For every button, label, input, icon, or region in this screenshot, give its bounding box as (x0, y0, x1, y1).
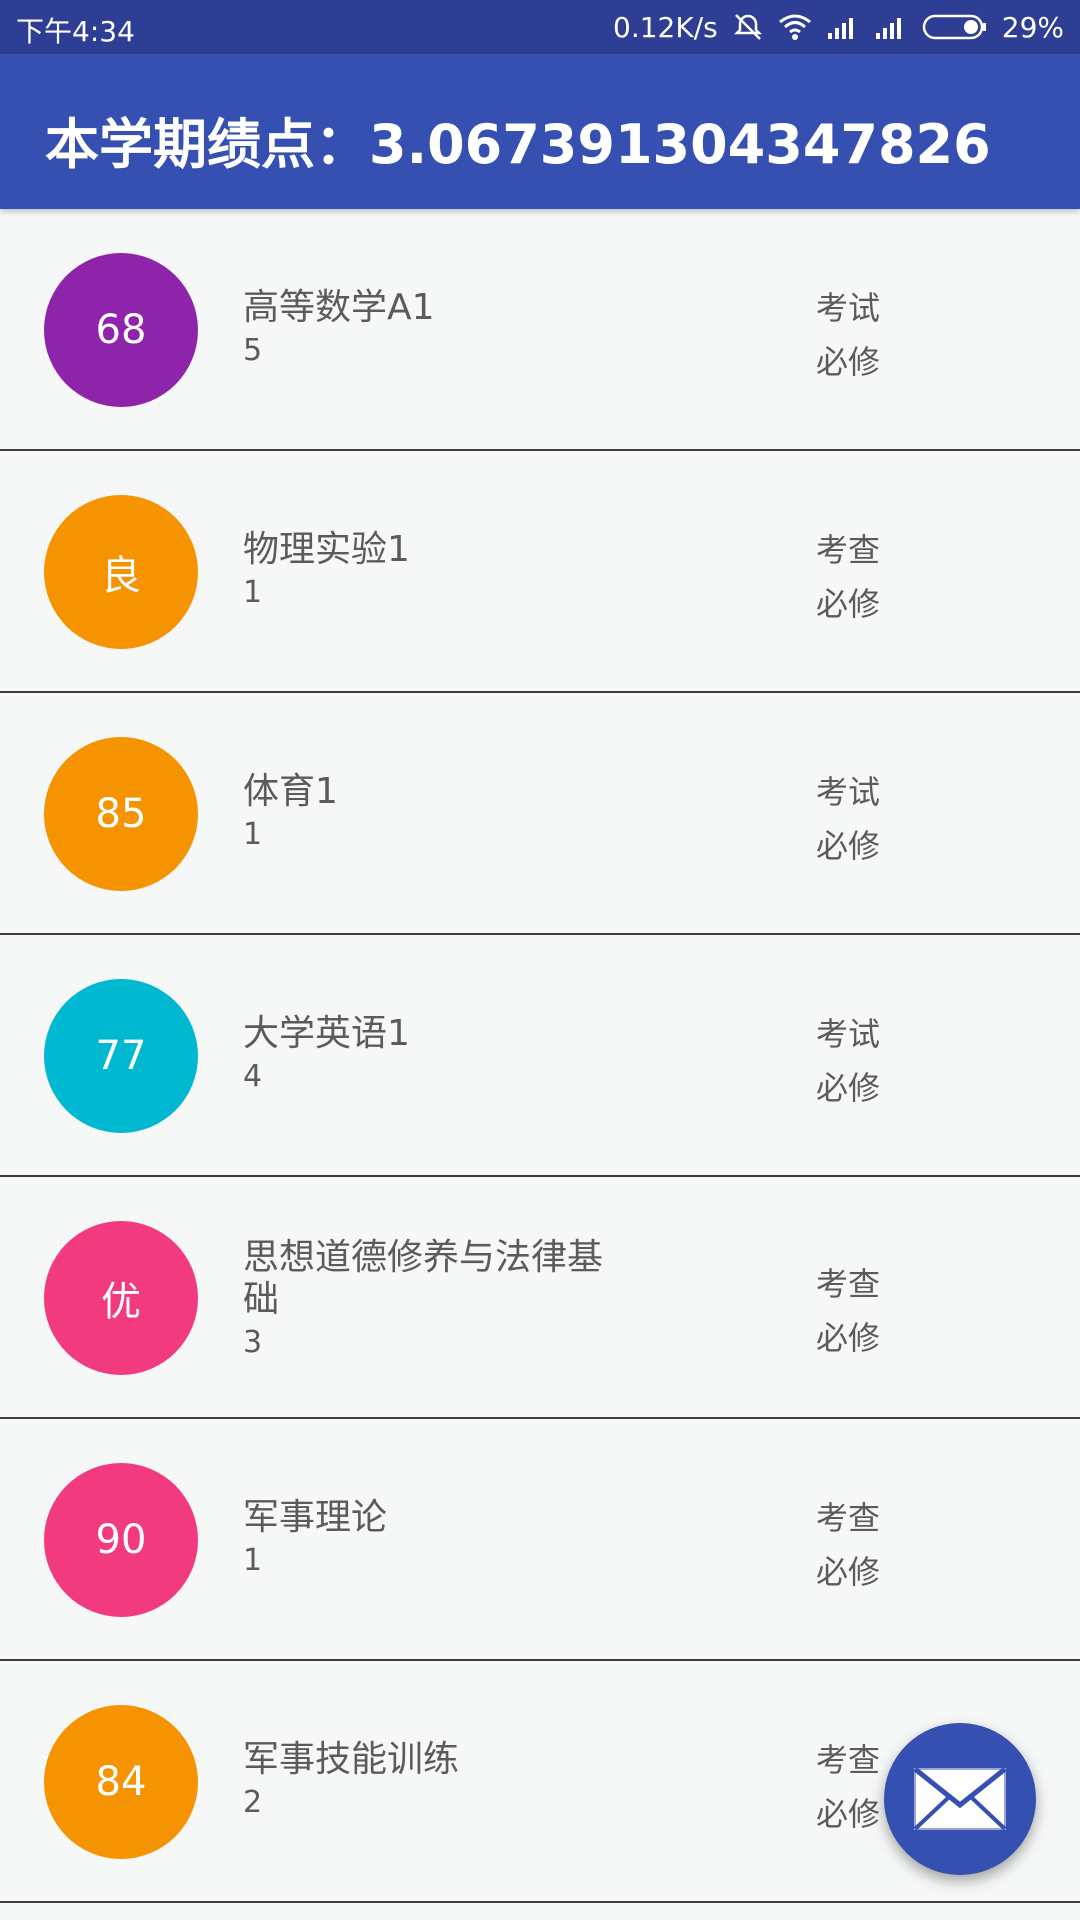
assessment-type: 考查 (816, 1265, 881, 1303)
course-credit: 4 (243, 1059, 263, 1094)
status-icons: 0.12K/s 29% (613, 8, 1064, 46)
course-meta: 考试 必修 (816, 281, 880, 389)
grade-badge: 85 (44, 737, 198, 891)
signal-icon (826, 13, 860, 41)
list-item[interactable]: 68 高等数学A1 5 考试 必修 (0, 209, 1080, 451)
course-name: 军事理论 (243, 1497, 388, 1538)
course-type: 必修 (816, 1319, 881, 1357)
course-credit: 2 (243, 1785, 263, 1820)
course-info: 物理实验1 1 (243, 529, 603, 615)
course-name: 体育1 (243, 771, 338, 812)
course-name: 军事技能训练 (243, 1739, 460, 1780)
list-item[interactable]: 90 军事理论 1 考查 必修 (0, 1419, 1080, 1661)
course-credit: 1 (243, 575, 263, 610)
app-bar: 本学期绩点：3.067391304347826 (0, 54, 1080, 209)
battery-percent: 29% (1001, 10, 1064, 44)
mail-icon (913, 1767, 1007, 1831)
course-type: 必修 (816, 1553, 881, 1591)
course-meta: 考查 必修 (816, 1257, 880, 1365)
net-speed: 0.12K/s (613, 10, 718, 44)
grade-badge: 优 (44, 1221, 198, 1375)
course-credit: 5 (243, 333, 263, 368)
assessment-type: 考试 (816, 773, 881, 811)
course-name: 高等数学A1 (243, 287, 435, 328)
signal-icon (874, 13, 908, 41)
wifi-icon (778, 12, 812, 42)
grade-badge: 84 (44, 1705, 198, 1859)
grade-badge: 68 (44, 253, 198, 407)
list-item[interactable]: 优 思想道德修养与法律基础 3 考查 必修 (0, 1177, 1080, 1419)
course-name: 物理实验1 (243, 529, 410, 570)
battery-icon (922, 13, 988, 41)
course-name: 大学英语1 (243, 1013, 410, 1054)
course-meta: 考查 必修 (816, 523, 880, 631)
course-meta: 考试 必修 (816, 765, 880, 873)
course-meta: 考查 必修 (816, 1733, 880, 1841)
course-info: 军事理论 1 (243, 1497, 603, 1583)
course-type: 必修 (816, 343, 881, 381)
course-meta: 考试 必修 (816, 1007, 880, 1115)
list-item[interactable]: 良 物理实验1 1 考查 必修 (0, 451, 1080, 693)
grade-badge: 77 (44, 979, 198, 1133)
assessment-type: 考试 (816, 1015, 881, 1053)
course-info: 思想道德修养与法律基础 3 (243, 1237, 603, 1365)
course-info: 军事技能训练 2 (243, 1739, 603, 1825)
course-type: 必修 (816, 1069, 881, 1107)
list-item[interactable]: 85 体育1 1 考试 必修 (0, 693, 1080, 935)
grade-badge: 90 (44, 1463, 198, 1617)
course-name: 思想道德修养与法律基础 (243, 1237, 604, 1320)
course-type: 必修 (816, 1795, 881, 1833)
status-time: 下午4:34 (16, 15, 135, 48)
assessment-type: 考试 (816, 289, 881, 327)
course-type: 必修 (816, 585, 881, 623)
grade-badge: 良 (44, 495, 198, 649)
mail-fab-button[interactable] (884, 1723, 1036, 1875)
mute-vibrate-icon (732, 11, 764, 43)
course-meta: 考查 必修 (816, 1491, 880, 1599)
course-list: 68 高等数学A1 5 考试 必修 良 物理实验1 1 考查 必修 85 体育1… (0, 209, 1080, 1903)
course-info: 高等数学A1 5 (243, 287, 603, 373)
assessment-type: 考查 (816, 1741, 881, 1779)
course-credit: 3 (243, 1325, 263, 1360)
course-credit: 1 (243, 1543, 263, 1578)
assessment-type: 考查 (816, 531, 881, 569)
assessment-type: 考查 (816, 1499, 881, 1537)
course-info: 体育1 1 (243, 771, 603, 857)
course-type: 必修 (816, 827, 881, 865)
status-bar: 下午4:34 0.12K/s 29% (0, 0, 1080, 54)
course-credit: 1 (243, 817, 263, 852)
course-info: 大学英语1 4 (243, 1013, 603, 1099)
page-title: 本学期绩点：3.067391304347826 (45, 113, 991, 176)
list-item[interactable]: 77 大学英语1 4 考试 必修 (0, 935, 1080, 1177)
